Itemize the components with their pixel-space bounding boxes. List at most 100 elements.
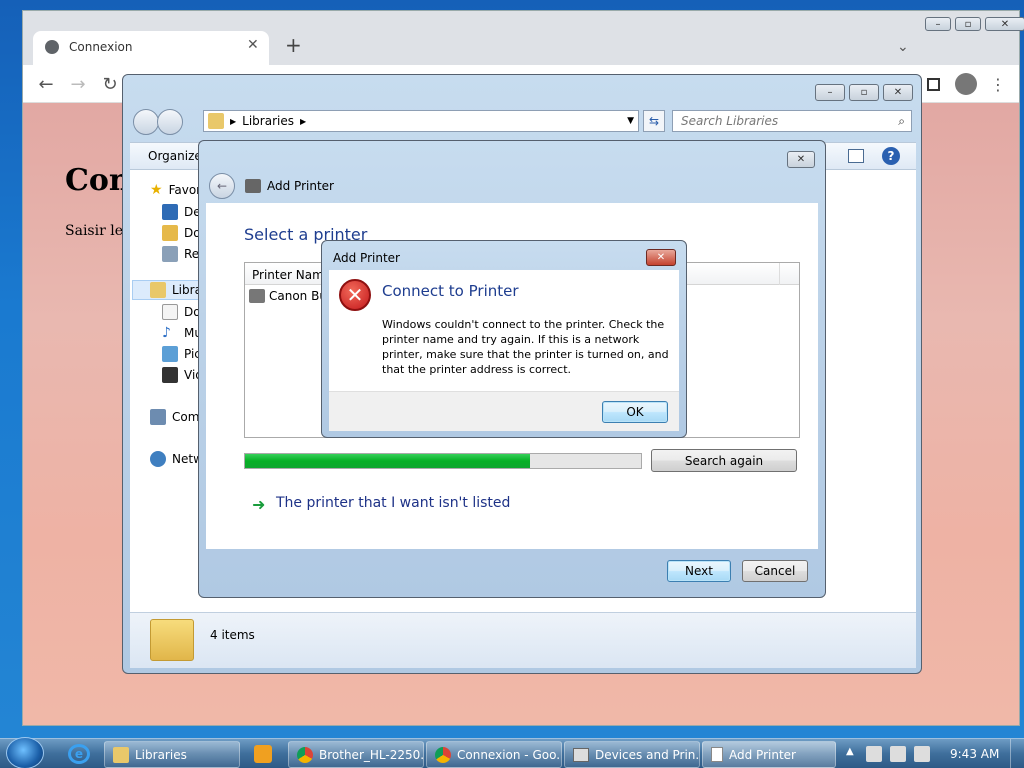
pictures-icon — [162, 346, 178, 362]
tab-title: Connexion — [69, 40, 133, 54]
tab-close-icon[interactable]: ✕ — [247, 37, 259, 53]
network-icon — [150, 451, 166, 467]
taskbar-add-printer[interactable]: Add Printer — [702, 741, 836, 768]
search-placeholder: Search Libraries — [681, 114, 779, 128]
downloads-folder-icon — [162, 225, 178, 241]
back-circle-icon[interactable] — [133, 109, 159, 135]
address-dropdown-icon[interactable]: ▼ — [627, 116, 634, 126]
library-folder-icon — [208, 113, 224, 129]
browser-tab[interactable]: Connexion ✕ — [33, 31, 269, 65]
desktop — [0, 0, 22, 738]
devices-printer-icon — [573, 747, 589, 762]
network-printer-icon — [249, 289, 265, 303]
reload-icon[interactable]: ↻ — [97, 71, 123, 97]
music-icon: ♪ — [162, 325, 171, 341]
maximize-icon[interactable]: ▫ — [849, 84, 879, 101]
new-tab-icon[interactable]: + — [285, 33, 302, 57]
chrome-icon — [297, 746, 313, 763]
printer-not-listed-link[interactable]: The printer that I want isn't listed — [276, 495, 510, 511]
nav-computer[interactable]: Com — [150, 409, 199, 425]
forward-circle-icon[interactable] — [157, 109, 183, 135]
dialog-title: Add Printer — [333, 251, 400, 265]
wizard-title: Add Printer — [267, 179, 334, 193]
taskbar-libraries[interactable]: Libraries — [104, 741, 240, 768]
nav-network[interactable]: Netw — [150, 451, 203, 467]
status-item-count: 4 items — [210, 628, 255, 642]
nav-music[interactable]: ♪ Mu — [162, 325, 202, 341]
cancel-button[interactable]: Cancel — [742, 560, 808, 582]
show-desktop-button[interactable] — [1010, 739, 1024, 768]
media-player-icon[interactable] — [254, 745, 272, 763]
error-dialog: Add Printer ✕ ✕ Connect to Printer Windo… — [321, 240, 687, 438]
printer-icon — [245, 179, 261, 193]
minimize-icon[interactable]: – — [815, 84, 845, 101]
taskbar-connexion[interactable]: Connexion - Goo... — [426, 741, 562, 768]
search-again-button[interactable]: Search again — [651, 449, 797, 472]
green-arrow-icon: ➜ — [252, 495, 266, 514]
wizard-back-icon[interactable]: ← — [209, 173, 235, 199]
menu-icon[interactable]: ⋮ — [985, 71, 1011, 97]
dialog-message: Windows couldn't connect to the printer.… — [382, 318, 669, 376]
next-button[interactable]: Next — [667, 560, 731, 582]
back-forward-buttons[interactable] — [133, 109, 183, 135]
taskbar-brother[interactable]: Brother_HL-2250... — [288, 741, 424, 768]
breadcrumb-arrow-icon: ▶ — [299, 116, 307, 126]
address-bar[interactable]: ▶ Libraries ▶ ▼ — [203, 110, 639, 132]
desktop-icon — [162, 204, 178, 220]
nav-videos[interactable]: Vid — [162, 367, 203, 383]
sidepanel-icon[interactable] — [927, 78, 940, 91]
status-bar: 4 items — [130, 612, 916, 668]
chrome-icon — [435, 746, 451, 763]
breadcrumb-libraries[interactable]: Libraries — [242, 114, 294, 128]
breadcrumb-arrow-icon: ▶ — [230, 116, 237, 126]
page-heading: Con — [65, 163, 131, 198]
close-icon[interactable]: ✕ — [883, 84, 913, 101]
column-divider — [779, 263, 780, 285]
network-status-icon[interactable] — [890, 746, 906, 762]
volume-icon[interactable] — [914, 746, 930, 762]
recent-places-icon — [162, 246, 178, 262]
help-icon[interactable]: ? — [882, 147, 900, 165]
printer-row[interactable]: Canon Bu — [249, 289, 327, 303]
dialog-heading: Connect to Printer — [382, 282, 519, 300]
dialog-close-icon[interactable]: ✕ — [646, 249, 676, 266]
search-progress-bar — [244, 453, 642, 469]
videos-icon — [162, 367, 178, 383]
dialog-footer: OK — [329, 391, 679, 431]
window-controls: – ▫ ✕ — [925, 17, 1024, 31]
preview-pane-icon[interactable] — [848, 149, 864, 163]
forward-arrow-icon[interactable]: → — [65, 71, 91, 97]
nav-favorites[interactable]: ★ Favor — [150, 182, 201, 198]
explorer-controls: – ▫ ✕ — [815, 84, 913, 101]
documents-icon — [162, 304, 178, 320]
minimize-icon[interactable]: – — [925, 17, 951, 31]
ok-button[interactable]: OK — [602, 401, 668, 423]
search-icon: ⌕ — [898, 114, 905, 128]
show-hidden-icons-icon[interactable]: ▲ — [846, 746, 854, 757]
back-arrow-icon[interactable]: ← — [33, 71, 59, 97]
start-button[interactable] — [6, 737, 44, 768]
taskbar: e Libraries Brother_HL-2250... Connexion… — [0, 737, 1024, 768]
dialog-content: ✕ Connect to Printer Windows couldn't co… — [329, 270, 679, 391]
close-icon[interactable]: ✕ — [985, 17, 1024, 31]
explorer-folder-icon — [113, 746, 129, 763]
nav-libraries[interactable]: Libra — [150, 282, 202, 298]
profile-avatar[interactable] — [955, 73, 977, 95]
maximize-icon[interactable]: ▫ — [955, 17, 981, 31]
refresh-icon[interactable]: ⇆ — [643, 110, 665, 132]
libraries-icon — [150, 282, 166, 298]
taskbar-devices[interactable]: Devices and Prin... — [564, 741, 700, 768]
organize-button[interactable]: Organize — [148, 149, 202, 163]
search-box[interactable]: Search Libraries ⌕ — [672, 110, 912, 132]
internet-explorer-icon[interactable]: e — [68, 744, 90, 764]
error-icon: ✕ — [339, 279, 371, 311]
nav-pictures[interactable]: Pic — [162, 346, 201, 362]
column-printer-name[interactable]: Printer Name — [252, 268, 331, 282]
globe-icon — [45, 40, 59, 54]
progress-fill — [245, 454, 531, 468]
action-center-icon[interactable] — [866, 746, 882, 762]
tab-list-icon[interactable]: ⌄ — [897, 39, 909, 55]
wizard-close-icon[interactable]: ✕ — [787, 151, 815, 168]
folder-large-icon — [150, 619, 194, 661]
clock[interactable]: 9:43 AM — [950, 747, 999, 761]
